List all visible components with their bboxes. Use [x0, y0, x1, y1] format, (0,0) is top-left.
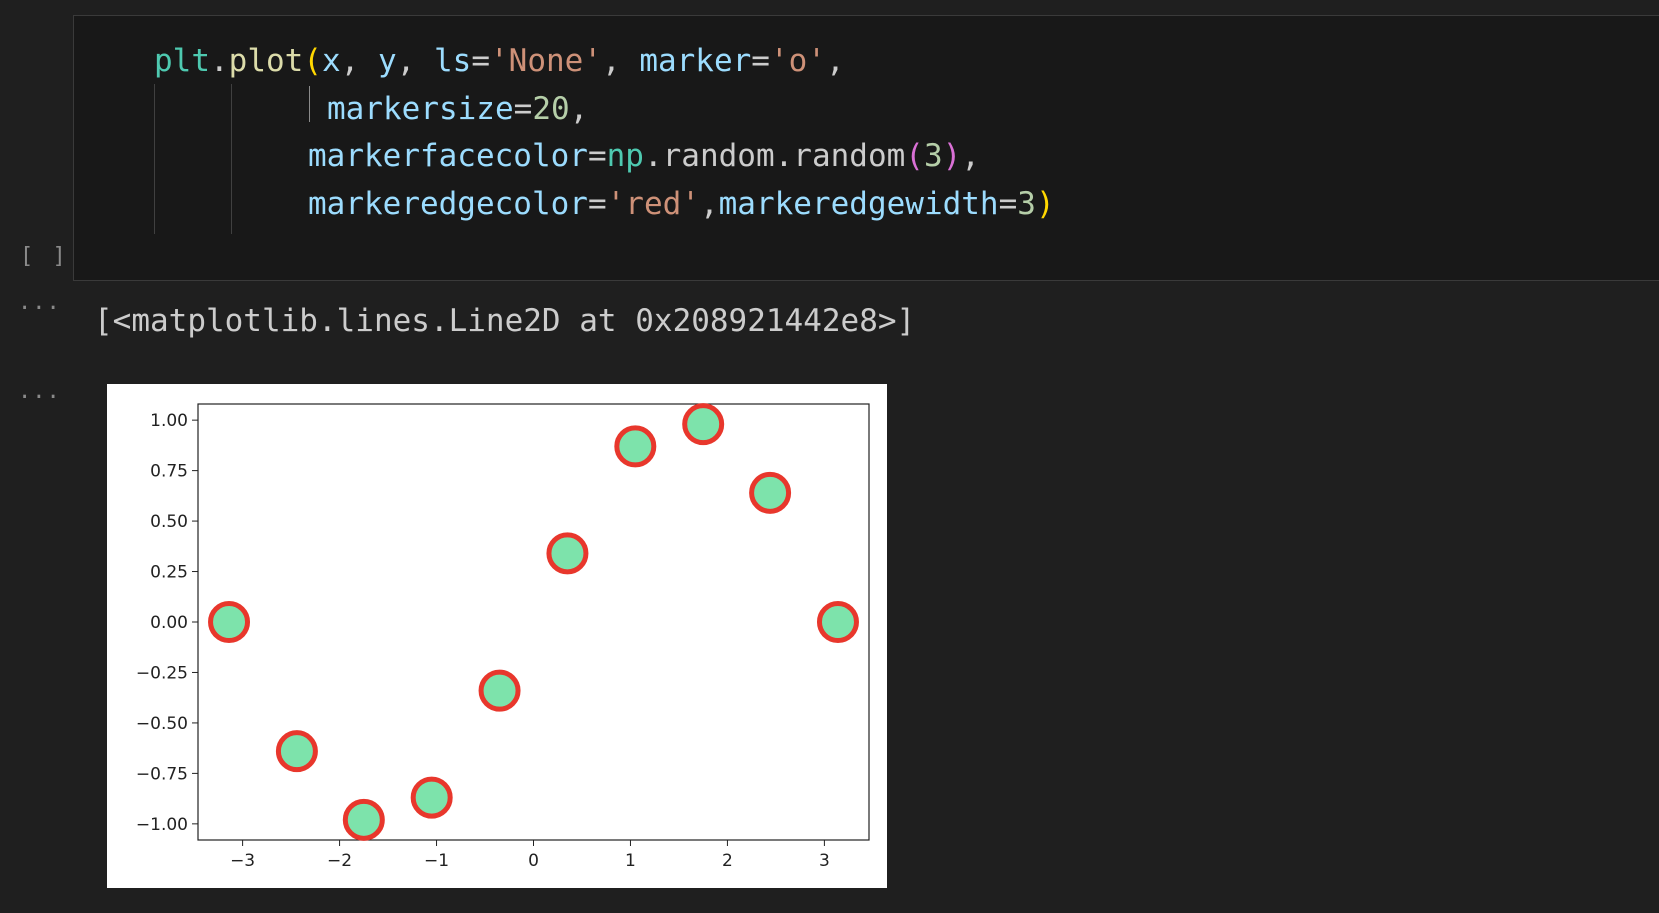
x-tick-label: 1 [625, 851, 636, 871]
execution-count-indicator: [ ] [20, 244, 69, 269]
data-point [275, 730, 318, 773]
y-tick-label: −1.00 [136, 815, 188, 835]
data-point [546, 532, 589, 575]
code-token: marker [639, 43, 752, 79]
code-token: , [601, 43, 640, 79]
code-token: 3 [923, 138, 943, 174]
code-token: plot [228, 43, 304, 79]
data-point [342, 798, 385, 841]
data-point [208, 601, 251, 643]
code-token: = [587, 138, 607, 174]
data-point [478, 669, 521, 712]
code-token: markeredgecolor [308, 186, 588, 222]
code-token: = [587, 186, 607, 222]
code-line-3: markerfacecolor=np.random.random(3), [308, 136, 980, 176]
plot-output: −3 −2 −1 0 1 2 3 1.00 0.75 0.50 0.25 0.00 −0.25 −0.50… [107, 384, 887, 888]
y-tick-label: 0.50 [150, 512, 188, 532]
code-token: ) [1035, 186, 1055, 222]
y-tick-label: 0.00 [150, 613, 188, 633]
y-tick-label: 1.00 [150, 411, 188, 431]
code-token: 'o' [769, 43, 826, 79]
data-point [410, 776, 453, 819]
code-token: ) [942, 138, 962, 174]
cursor-caret [309, 86, 310, 122]
code-token: , [825, 43, 845, 79]
scatter-chart: −3 −2 −1 0 1 2 3 1.00 0.75 0.50 0.25 0.00 −0.25 −0.50… [136, 403, 870, 871]
data-point [816, 601, 859, 643]
y-tick-label: −0.75 [136, 764, 188, 784]
x-tick-label: 2 [722, 851, 733, 871]
x-tick-label: 0 [528, 851, 539, 871]
indent-guide [231, 84, 232, 234]
code-token: = [513, 91, 533, 127]
code-token: = [751, 43, 770, 79]
code-token: , [961, 138, 980, 174]
code-line-4: markeredgecolor='red',markeredgewidth=3) [308, 184, 1055, 224]
code-token: ls [434, 43, 472, 79]
plot-frame [197, 403, 870, 841]
code-token: , [699, 186, 719, 222]
x-tick-label: −2 [327, 851, 352, 871]
output-ellipsis-icon[interactable]: ··· [18, 296, 61, 321]
x-tick-label: −3 [230, 851, 255, 871]
code-token: random [793, 138, 906, 174]
code-token: plt [154, 43, 210, 79]
code-line-1: plt.plot(x, y, ls='None', marker='o', [154, 41, 845, 81]
y-tick-label: 0.25 [150, 563, 188, 583]
output-text: [<matplotlib.lines.Line2D at 0x208921442… [94, 303, 916, 339]
code-token: markerfacecolor [308, 138, 588, 174]
code-token: = [471, 43, 490, 79]
code-token: 20 [532, 91, 570, 127]
code-token: 'None' [490, 43, 602, 79]
code-cell[interactable]: plt.plot(x, y, ls='None', marker='o', ma… [73, 15, 1659, 281]
data-point [749, 471, 792, 514]
y-tick-label: −0.50 [136, 714, 188, 734]
code-token: . [210, 43, 229, 79]
x-tick-label: −1 [424, 851, 449, 871]
code-token: markersize [327, 91, 514, 127]
code-token: y [378, 43, 397, 79]
y-tick-label: −0.25 [136, 663, 188, 683]
output-ellipsis-icon[interactable]: ··· [18, 385, 61, 410]
code-token: markeredgewidth [718, 186, 999, 222]
code-token: 'red' [606, 186, 700, 222]
code-token: 3 [1017, 186, 1036, 222]
data-point [682, 403, 725, 446]
code-token: , [569, 91, 589, 127]
code-token: . [774, 138, 794, 174]
indent-guide [154, 84, 155, 234]
code-token: x [322, 43, 341, 79]
y-tick-label: 0.75 [150, 462, 188, 482]
code-token: np [606, 138, 644, 174]
x-tick-label: 3 [819, 851, 830, 871]
code-token: , [396, 43, 434, 79]
code-token: random [662, 138, 775, 174]
code-token: ( [303, 43, 322, 79]
code-line-2: markersize=20, [327, 89, 588, 129]
code-token: = [998, 186, 1018, 222]
code-token: ( [905, 138, 924, 174]
code-token: , [340, 43, 378, 79]
code-token: . [643, 138, 663, 174]
data-point [614, 425, 657, 468]
